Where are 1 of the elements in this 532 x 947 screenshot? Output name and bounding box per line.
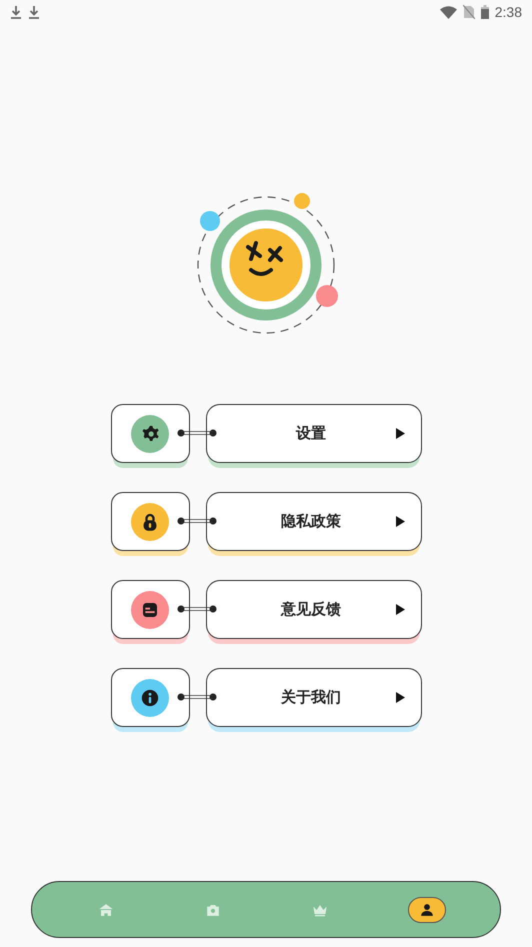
status-time: 2:38 xyxy=(494,4,522,20)
